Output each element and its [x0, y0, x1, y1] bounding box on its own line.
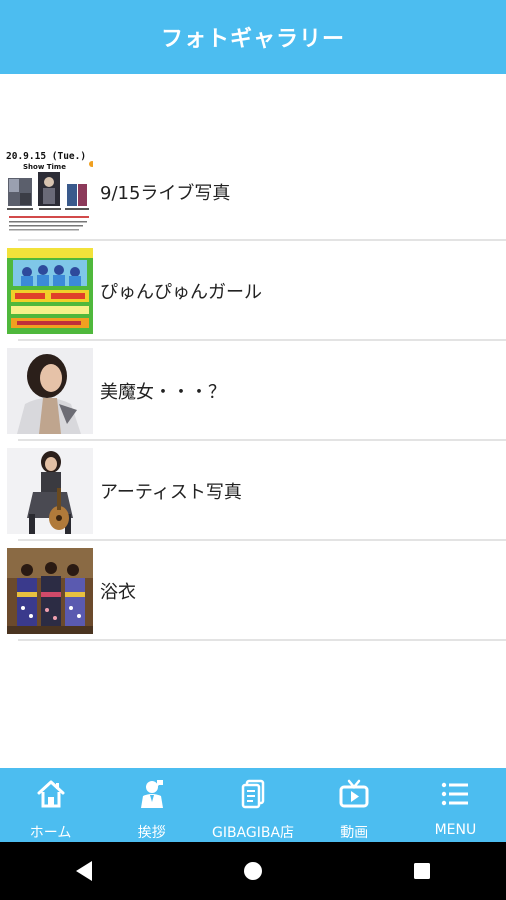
tab-home[interactable]: ホーム: [0, 768, 101, 842]
gallery-item-bimajo[interactable]: 美魔女・・・？: [0, 341, 506, 441]
recents-button[interactable]: [407, 856, 437, 886]
system-navigation-bar: [0, 842, 506, 900]
bottom-tab-bar: ホーム 挨拶 GIBAGIBA店 動画 MENU: [0, 768, 506, 842]
flyer-subtitle-text: Show Time: [23, 163, 66, 171]
artist-photo-thumbnail: [7, 448, 93, 534]
flyer-date-text: 20.9.15 (Tue.): [6, 151, 86, 162]
app-header: フォトギャラリー: [0, 0, 506, 74]
tab-menu[interactable]: MENU: [405, 768, 506, 842]
page-title: フォトギャラリー: [160, 27, 345, 52]
gallery-item-artist-photos[interactable]: アーティスト写真: [0, 441, 506, 541]
bimajo-thumbnail: [7, 348, 93, 434]
gallery-list: 20.9.15 (Tue.) Show Time 9/15ライブ写真 ぴゅんぴゅ…: [0, 142, 506, 641]
tv-icon: [339, 779, 369, 808]
recents-square-icon: [413, 863, 430, 879]
tab-video[interactable]: 動画: [304, 768, 405, 842]
gallery-item-label: 浴衣: [100, 582, 136, 603]
back-button[interactable]: [69, 856, 99, 886]
tab-label: 動画: [340, 825, 369, 841]
tab-label: 挨拶: [137, 825, 166, 841]
list-divider: [18, 639, 506, 641]
gallery-item-live-photos[interactable]: 20.9.15 (Tue.) Show Time 9/15ライブ写真: [0, 142, 506, 241]
home-icon: [37, 780, 65, 808]
menu-list-icon: [442, 782, 469, 806]
tab-label: GIBAGIBA店: [211, 825, 295, 841]
gallery-item-label: 9/15ライブ写真: [100, 182, 231, 204]
gallery-item-label: 美魔女・・・？: [100, 382, 226, 403]
greeting-person-icon: [140, 780, 163, 808]
document-icon: [241, 779, 265, 809]
home-circle-icon: [243, 862, 262, 880]
gallery-item-yukata[interactable]: 浴衣: [0, 541, 506, 641]
home-system-button[interactable]: [238, 856, 268, 886]
tab-label: MENU: [434, 822, 477, 838]
tab-greeting[interactable]: 挨拶: [101, 768, 202, 842]
tab-label: ホーム: [29, 825, 72, 841]
yukata-thumbnail: [7, 548, 93, 634]
pyunpyun-girl-thumbnail: [7, 248, 93, 334]
back-triangle-icon: [76, 861, 93, 881]
gallery-item-label: アーティスト写真: [100, 482, 242, 503]
gallery-item-pyunpyun-girl[interactable]: ぴゅんぴゅんガール: [0, 241, 506, 341]
live-flyer-thumbnail: 20.9.15 (Tue.) Show Time: [5, 148, 93, 234]
gallery-item-label: ぴゅんぴゅんガール: [100, 282, 262, 303]
tab-gibagiba-shop[interactable]: GIBAGIBA店: [202, 768, 303, 842]
